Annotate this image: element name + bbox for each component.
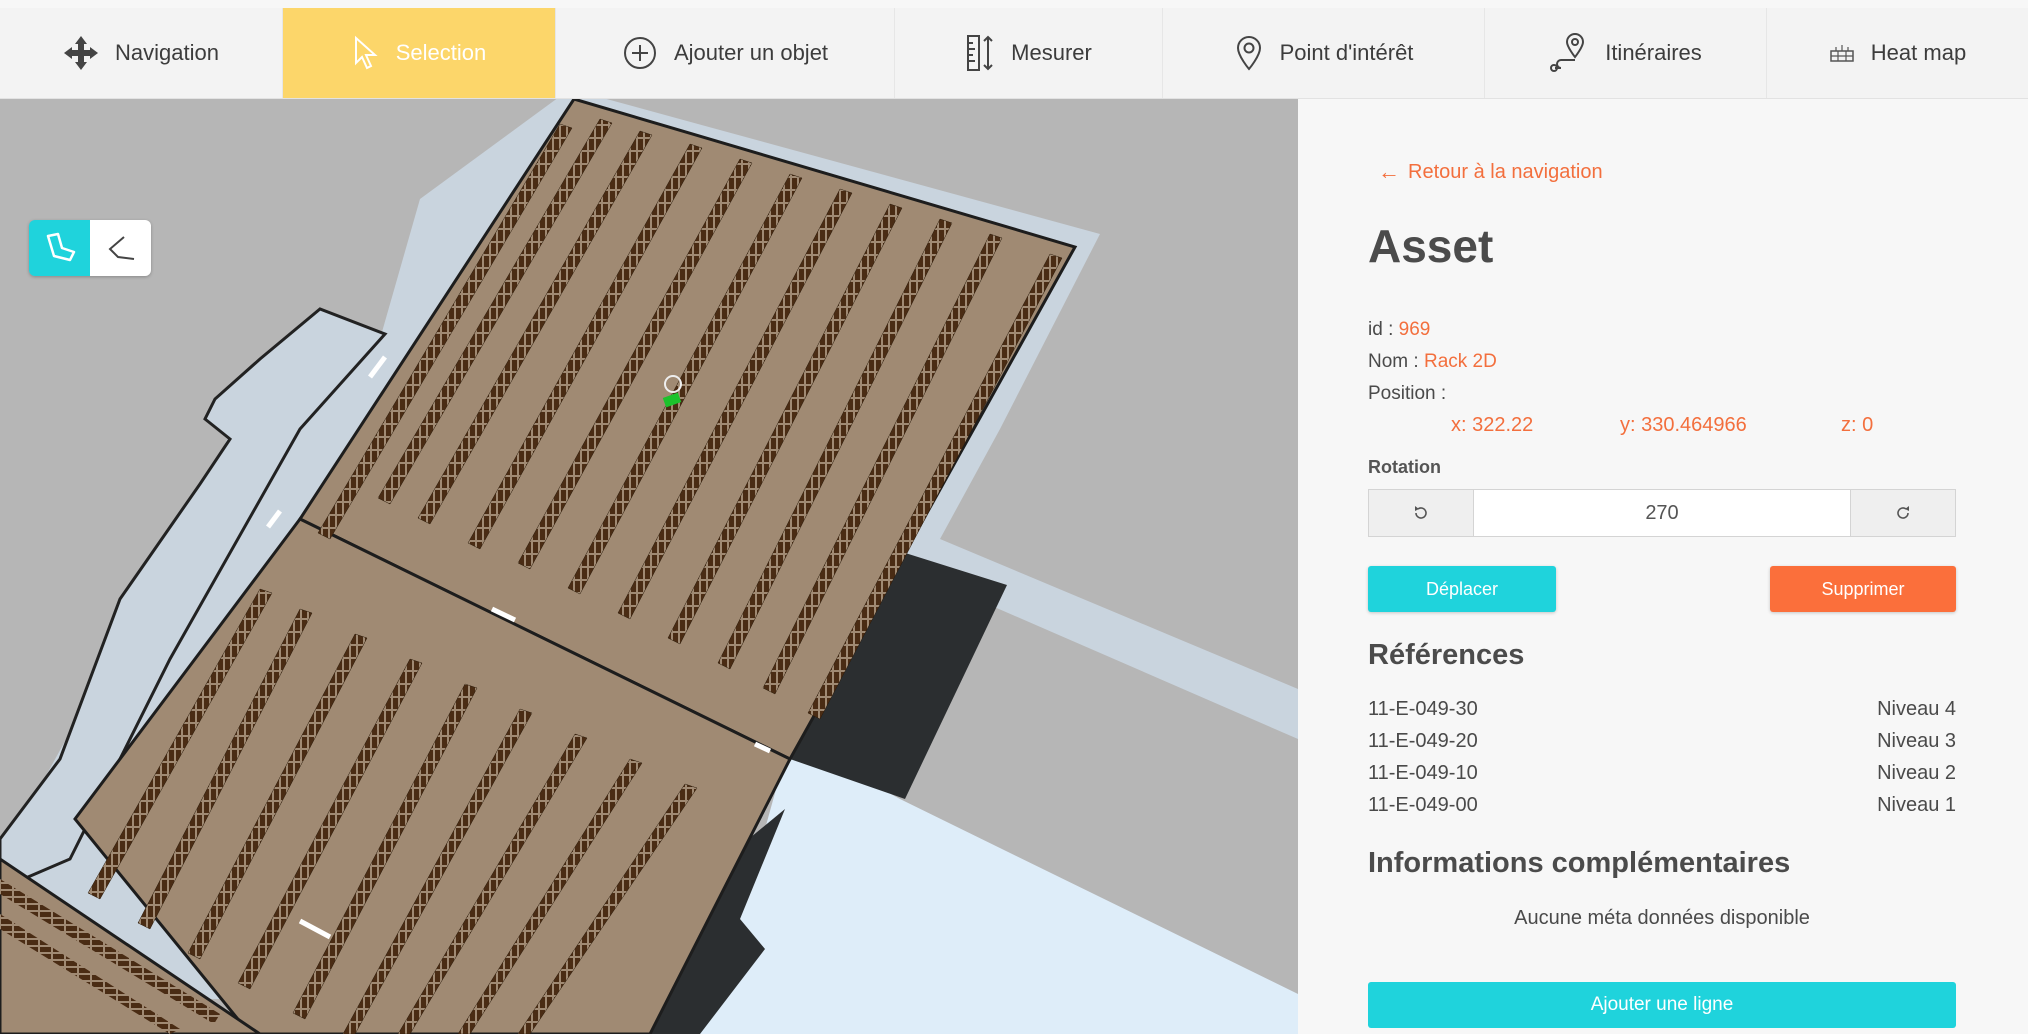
position-z: z: 0 [1841, 414, 1874, 436]
tool-label: Heat map [1870, 40, 1967, 65]
plus-circle-icon [623, 37, 656, 69]
reference-code: 11-E-049-20 [1368, 730, 1478, 752]
delete-button[interactable]: Supprimer [1770, 566, 1956, 612]
position-y: y: 330.464966 [1620, 414, 1747, 436]
position-label: Position : [1368, 383, 1447, 404]
rotate-cw-icon [1897, 506, 1909, 519]
extra-info-title: Informations complémentaires [1368, 847, 1791, 879]
asset-id: id : 969 [1368, 319, 1430, 341]
rotation-label: Rotation [1368, 457, 1441, 477]
tool-routes[interactable]: Itinéraires [1485, 8, 1767, 98]
reference-level: Niveau 4 [1877, 698, 1956, 720]
panel-title: Asset [1368, 220, 1494, 272]
reference-row: 11-E-049-00 Niveau 1 [1368, 794, 1956, 817]
id-label: id : [1368, 319, 1394, 340]
rotate-ccw-icon [1415, 506, 1427, 519]
tool-selection[interactable]: Selection [283, 8, 556, 98]
asset-panel: ← Retour à la navigation Asset id : 969 … [1298, 99, 2028, 1034]
back-link-label: Retour à la navigation [1408, 160, 1603, 183]
move-arrows-icon [64, 36, 99, 70]
reference-row: 11-E-049-20 Niveau 3 [1368, 730, 1956, 753]
3d-view-button[interactable] [29, 220, 90, 276]
tool-label: Ajouter un objet [673, 40, 829, 65]
tool-label: Mesurer [1011, 40, 1092, 65]
id-value: 969 [1398, 319, 1431, 340]
3d-view-icon [46, 232, 75, 262]
name-value: Rack 2D [1423, 351, 1497, 372]
heatmap-icon [1830, 45, 1854, 62]
asset-name: Nom : Rack 2D [1368, 351, 1497, 373]
reference-level: Niveau 3 [1877, 730, 1956, 752]
ruler-icon [967, 35, 993, 71]
reference-row: 11-E-049-10 Niveau 2 [1368, 762, 1956, 785]
warehouse-floorplan[interactable] [0, 99, 1298, 1034]
view-toggle[interactable] [29, 220, 151, 276]
reference-row: 11-E-049-30 Niveau 4 [1368, 698, 1956, 721]
add-line-button[interactable]: Ajouter une ligne [1368, 982, 1956, 1028]
tool-add-object[interactable]: Ajouter un objet [556, 8, 895, 98]
reference-code: 11-E-049-10 [1368, 762, 1478, 784]
tool-heatmap[interactable]: Heat map [1767, 8, 2028, 98]
reference-level: Niveau 2 [1877, 762, 1956, 784]
cursor-icon [354, 35, 378, 70]
reference-code: 11-E-049-30 [1368, 698, 1478, 720]
tool-label: Navigation [115, 40, 219, 65]
arrow-left-icon: ← [1378, 159, 1400, 184]
tool-measure[interactable]: Mesurer [895, 8, 1163, 98]
route-icon [1550, 33, 1585, 72]
rotation-control: 270 [1368, 489, 1956, 537]
rotation-input[interactable]: 270 [1473, 490, 1851, 536]
2d-view-button[interactable] [90, 220, 151, 276]
rotate-left-button[interactable] [1369, 490, 1473, 536]
references-title: Références [1368, 639, 1525, 671]
tool-label: Selection [395, 40, 487, 65]
2d-view-icon [108, 236, 134, 260]
tool-label: Itinéraires [1605, 40, 1702, 65]
name-label: Nom : [1368, 351, 1419, 372]
map-pin-icon [1236, 36, 1261, 71]
no-metadata-text: Aucune méta données disponible [1514, 907, 1810, 929]
map-canvas[interactable] [0, 99, 1298, 1034]
position-x: x: 322.22 [1451, 414, 1534, 436]
tool-point-of-interest[interactable]: Point d'intérêt [1163, 8, 1485, 98]
rotate-right-button[interactable] [1851, 490, 1955, 536]
reference-level: Niveau 1 [1877, 794, 1956, 816]
back-to-navigation-link[interactable]: ← Retour à la navigation [1378, 159, 1603, 185]
tool-navigation[interactable]: Navigation [0, 8, 283, 98]
tool-label: Point d'intérêt [1279, 40, 1414, 65]
reference-code: 11-E-049-00 [1368, 794, 1478, 816]
toolbar: Navigation Selection Ajouter un objet Me… [0, 8, 2028, 99]
move-button[interactable]: Déplacer [1368, 566, 1556, 612]
